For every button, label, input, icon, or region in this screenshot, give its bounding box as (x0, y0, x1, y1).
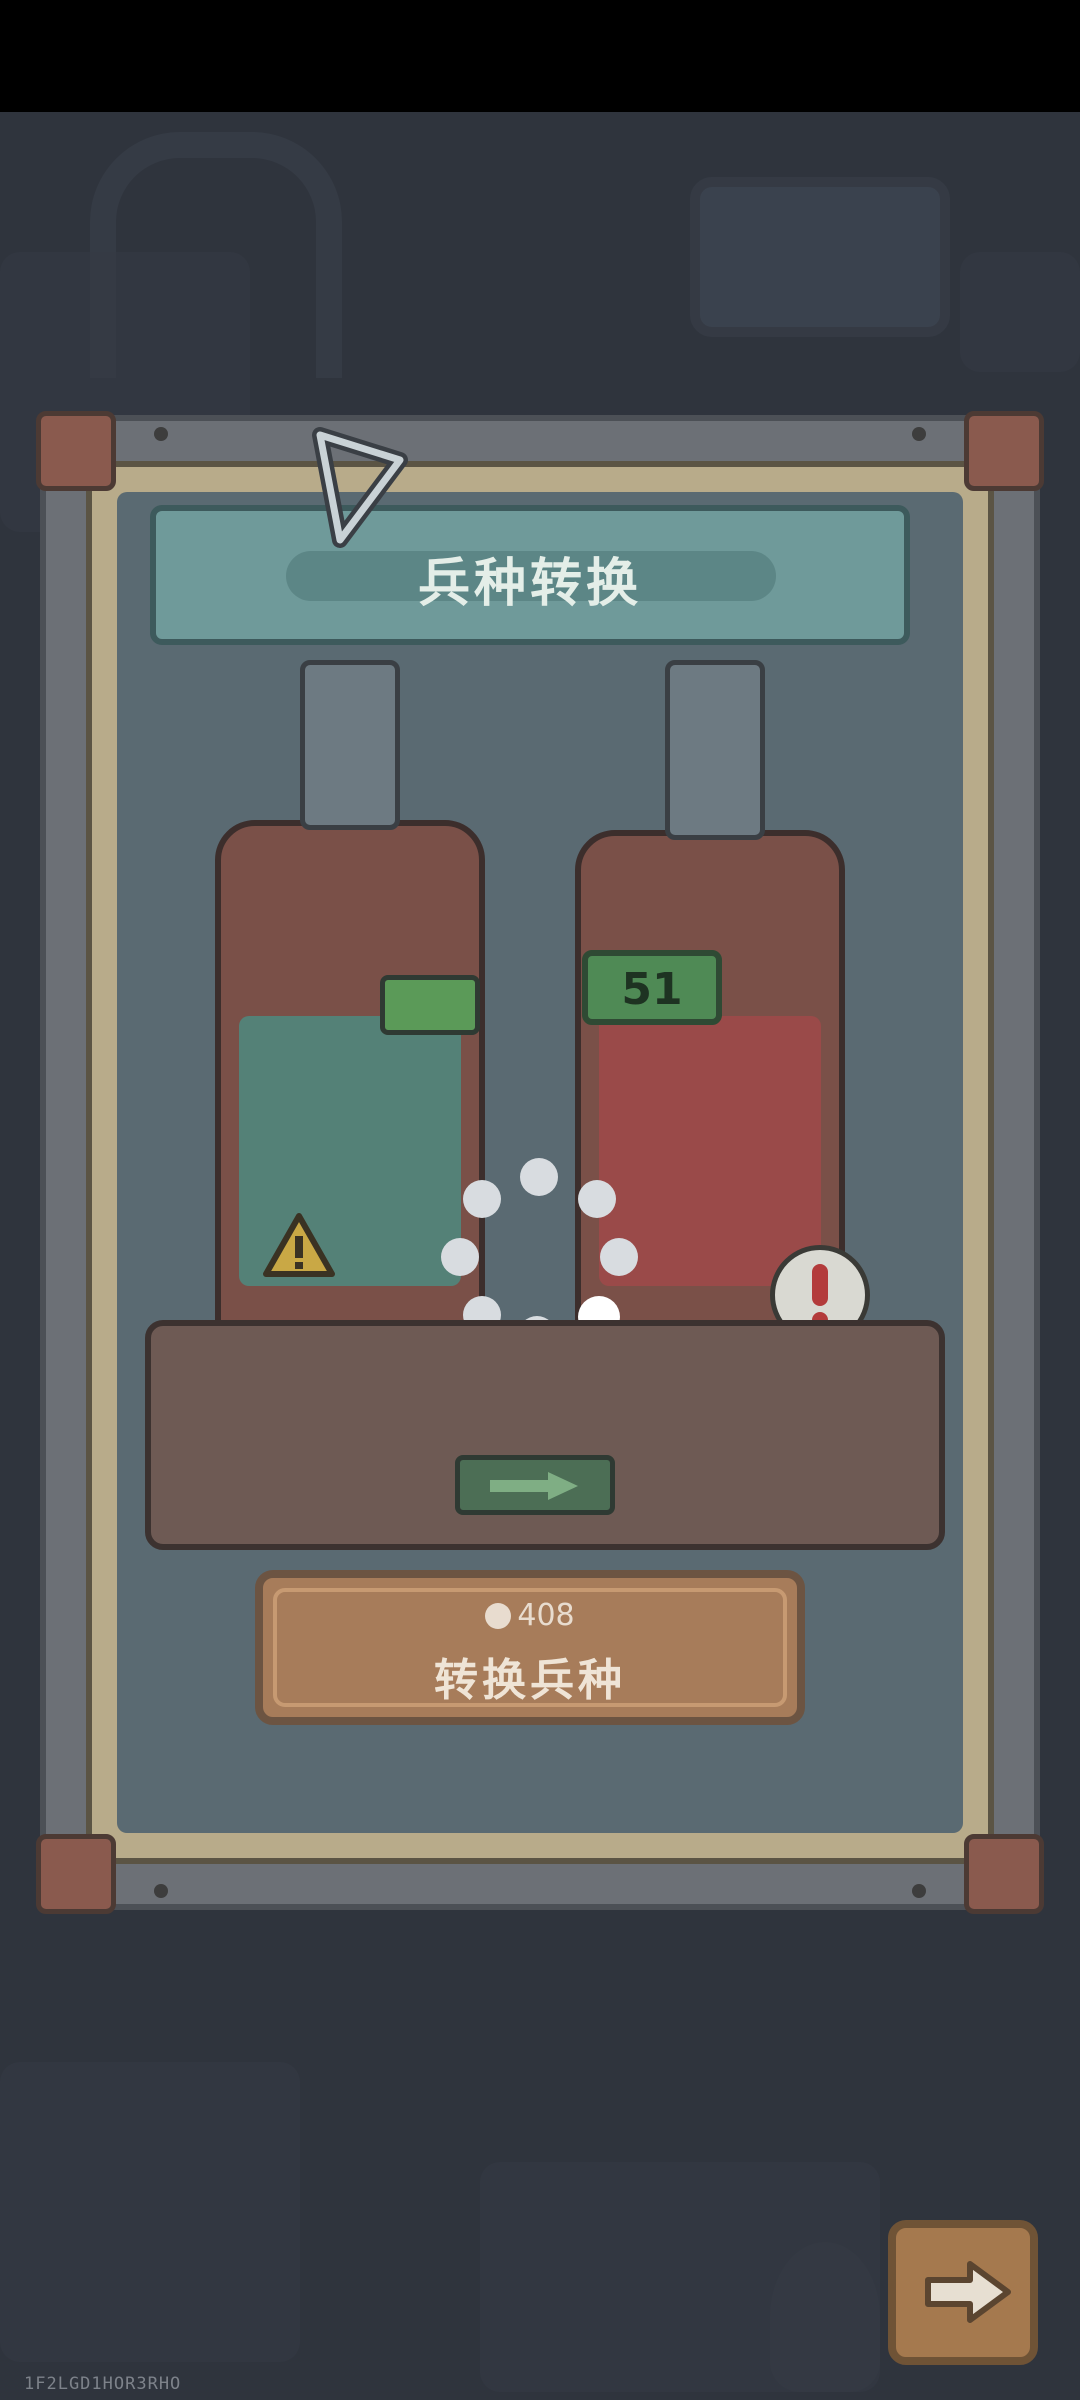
arrow-right-icon (925, 2261, 1011, 2323)
unit-count: 51 (621, 964, 683, 1015)
cost-value: 408 (517, 1598, 575, 1633)
panel-corner (36, 411, 116, 491)
panel-corner (36, 1834, 116, 1914)
left-tank-screen-icon (380, 975, 480, 1035)
left-tank-top (300, 660, 400, 830)
convert-button-label: 转换兵种 (434, 1655, 626, 1706)
unit-counter: 51 (582, 950, 722, 1025)
warning-icon (263, 1213, 335, 1277)
convert-unit-button[interactable]: 408 转换兵种 (255, 1570, 805, 1725)
build-id: 1F2LGD1HOR3RHO (24, 2374, 182, 2394)
panel-corner (964, 411, 1044, 491)
status-bar (0, 0, 1080, 112)
conversion-cost: 408 (263, 1598, 797, 1633)
converter-base (145, 1320, 945, 1550)
panel-corner (964, 1834, 1044, 1914)
arrow-right-icon (490, 1472, 578, 1500)
next-button[interactable] (888, 2220, 1038, 2365)
brain-icon (485, 1603, 512, 1629)
triangle-logo-icon (312, 427, 408, 548)
title-banner: 兵种转换 (150, 505, 910, 645)
conversion-arrow-display (455, 1455, 615, 1515)
right-tank-top (665, 660, 765, 840)
page-title: 兵种转换 (417, 554, 642, 614)
exclamation-icon (812, 1264, 828, 1306)
